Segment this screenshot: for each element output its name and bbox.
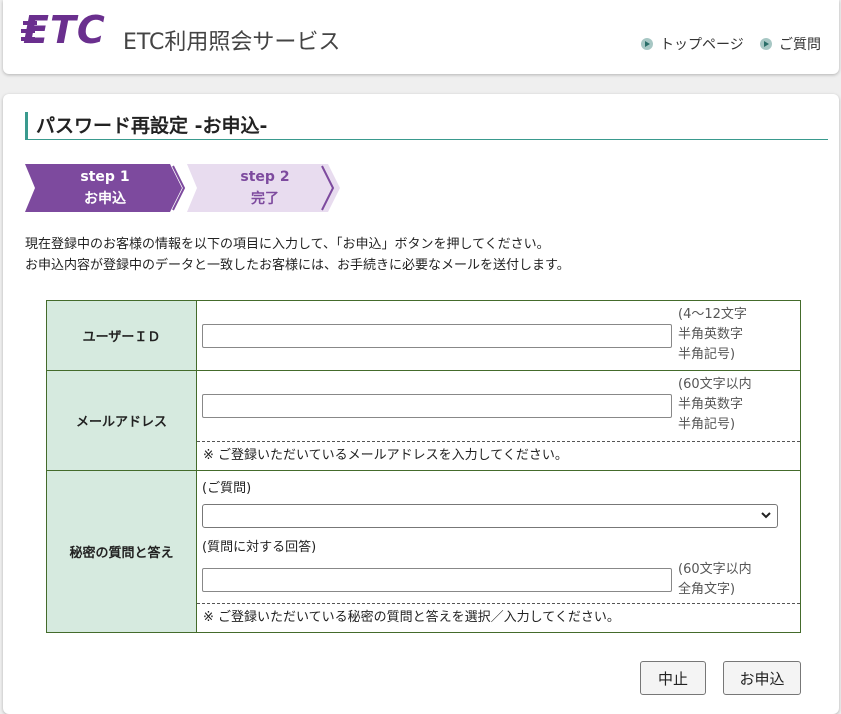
intro-line-1: 現在登録中のお客様の情報を以下の項目に入力して、「お申込」ボタンを押してください… [25,237,550,252]
secret-note: ※ ご登録いただいている秘密の質問と答えを選択／入力してください。 [197,603,800,632]
step-1-label: step 1 お申込 [35,166,175,210]
answer-input[interactable] [202,568,672,592]
step-indicator: step 1 お申込 step 2 完了 [25,164,345,216]
step-1-number: step 1 [80,169,130,185]
page-title: パスワード再設定 -お申込- [25,112,828,140]
answer-hint: (60文字以内 全角文字) [678,560,752,600]
answer-hint-1: (60文字以内 [678,562,752,577]
answer-label: (質問に対する回答) [202,540,317,555]
user-id-hint-2: 半角英数字 [678,326,744,342]
answer-hint-2: 全角文字) [678,582,736,597]
email-hint-1: (60文字以内 [678,377,752,392]
submit-button[interactable]: お申込 [723,661,801,695]
user-id-row: ユーザーＩＤ (4～12文字 半角英数字 半角記号) [46,300,801,371]
user-id-hint: (4～12文字 半角英数字 半角記号) [678,305,747,365]
main-panel: パスワード再設定 -お申込- step 1 お申込 step 2 完了 現在登録… [3,94,839,714]
cancel-button[interactable]: 中止 [640,661,706,695]
faq-link-label: ご質問 [779,37,821,53]
arrow-right-circle-icon [760,38,772,50]
user-id-label: ユーザーＩＤ [46,300,197,371]
user-id-cell: (4～12文字 半角英数字 半角記号) [196,300,801,371]
etc-logo[interactable]: ETC [23,10,106,50]
question-select[interactable] [202,504,778,528]
secret-row: 秘密の質問と答え (ご質問) (質問に対する回答) (60文字以内 全角文字) … [46,470,801,633]
faq-link[interactable]: ご質問 [760,34,821,54]
email-hint-2: 半角英数字 [678,397,744,412]
service-name: ETC利用照会サービス [123,30,341,55]
secret-label: 秘密の質問と答え [46,470,197,633]
step-2-label: step 2 完了 [195,166,335,210]
reset-form-table: ユーザーＩＤ (4～12文字 半角英数字 半角記号) メールアドレス (60文字… [46,300,801,633]
email-input[interactable] [202,394,672,418]
step-2-number: step 2 [240,169,290,185]
intro-line-2: お申込内容が登録中のデータと一致したお客様には、お手続きに必要なメールを送付しま… [25,258,570,273]
arrow-right-circle-icon [641,38,653,50]
top-page-link-label: トップページ [660,37,744,53]
secret-cell: (ご質問) (質問に対する回答) (60文字以内 全角文字) ※ ご登録いただい… [196,470,801,633]
email-note: ※ ご登録いただいているメールアドレスを入力してください。 [197,441,800,470]
question-label: (ご質問) [202,481,252,496]
top-page-link[interactable]: トップページ [641,34,744,54]
site-header: ETC ETC利用照会サービス トップページ ご質問 [3,0,839,74]
email-row: メールアドレス (60文字以内 半角英数字 半角記号) ※ ご登録いただいている… [46,370,801,471]
email-hint: (60文字以内 半角英数字 半角記号) [678,375,752,435]
intro-text: 現在登録中のお客様の情報を以下の項目に入力して、「お申込」ボタンを押してください… [25,234,570,276]
chevron-down-icon [761,509,771,523]
email-label: メールアドレス [46,370,197,471]
user-id-hint-3: 半角記号) [678,346,736,362]
user-id-input[interactable] [202,323,672,348]
step-2-name: 完了 [251,191,279,207]
step-1-name: お申込 [84,191,126,207]
email-cell: (60文字以内 半角英数字 半角記号) ※ ご登録いただいているメールアドレスを… [196,370,801,471]
user-id-hint-1: (4～12文字 [678,306,747,322]
email-hint-3: 半角記号) [678,417,736,432]
